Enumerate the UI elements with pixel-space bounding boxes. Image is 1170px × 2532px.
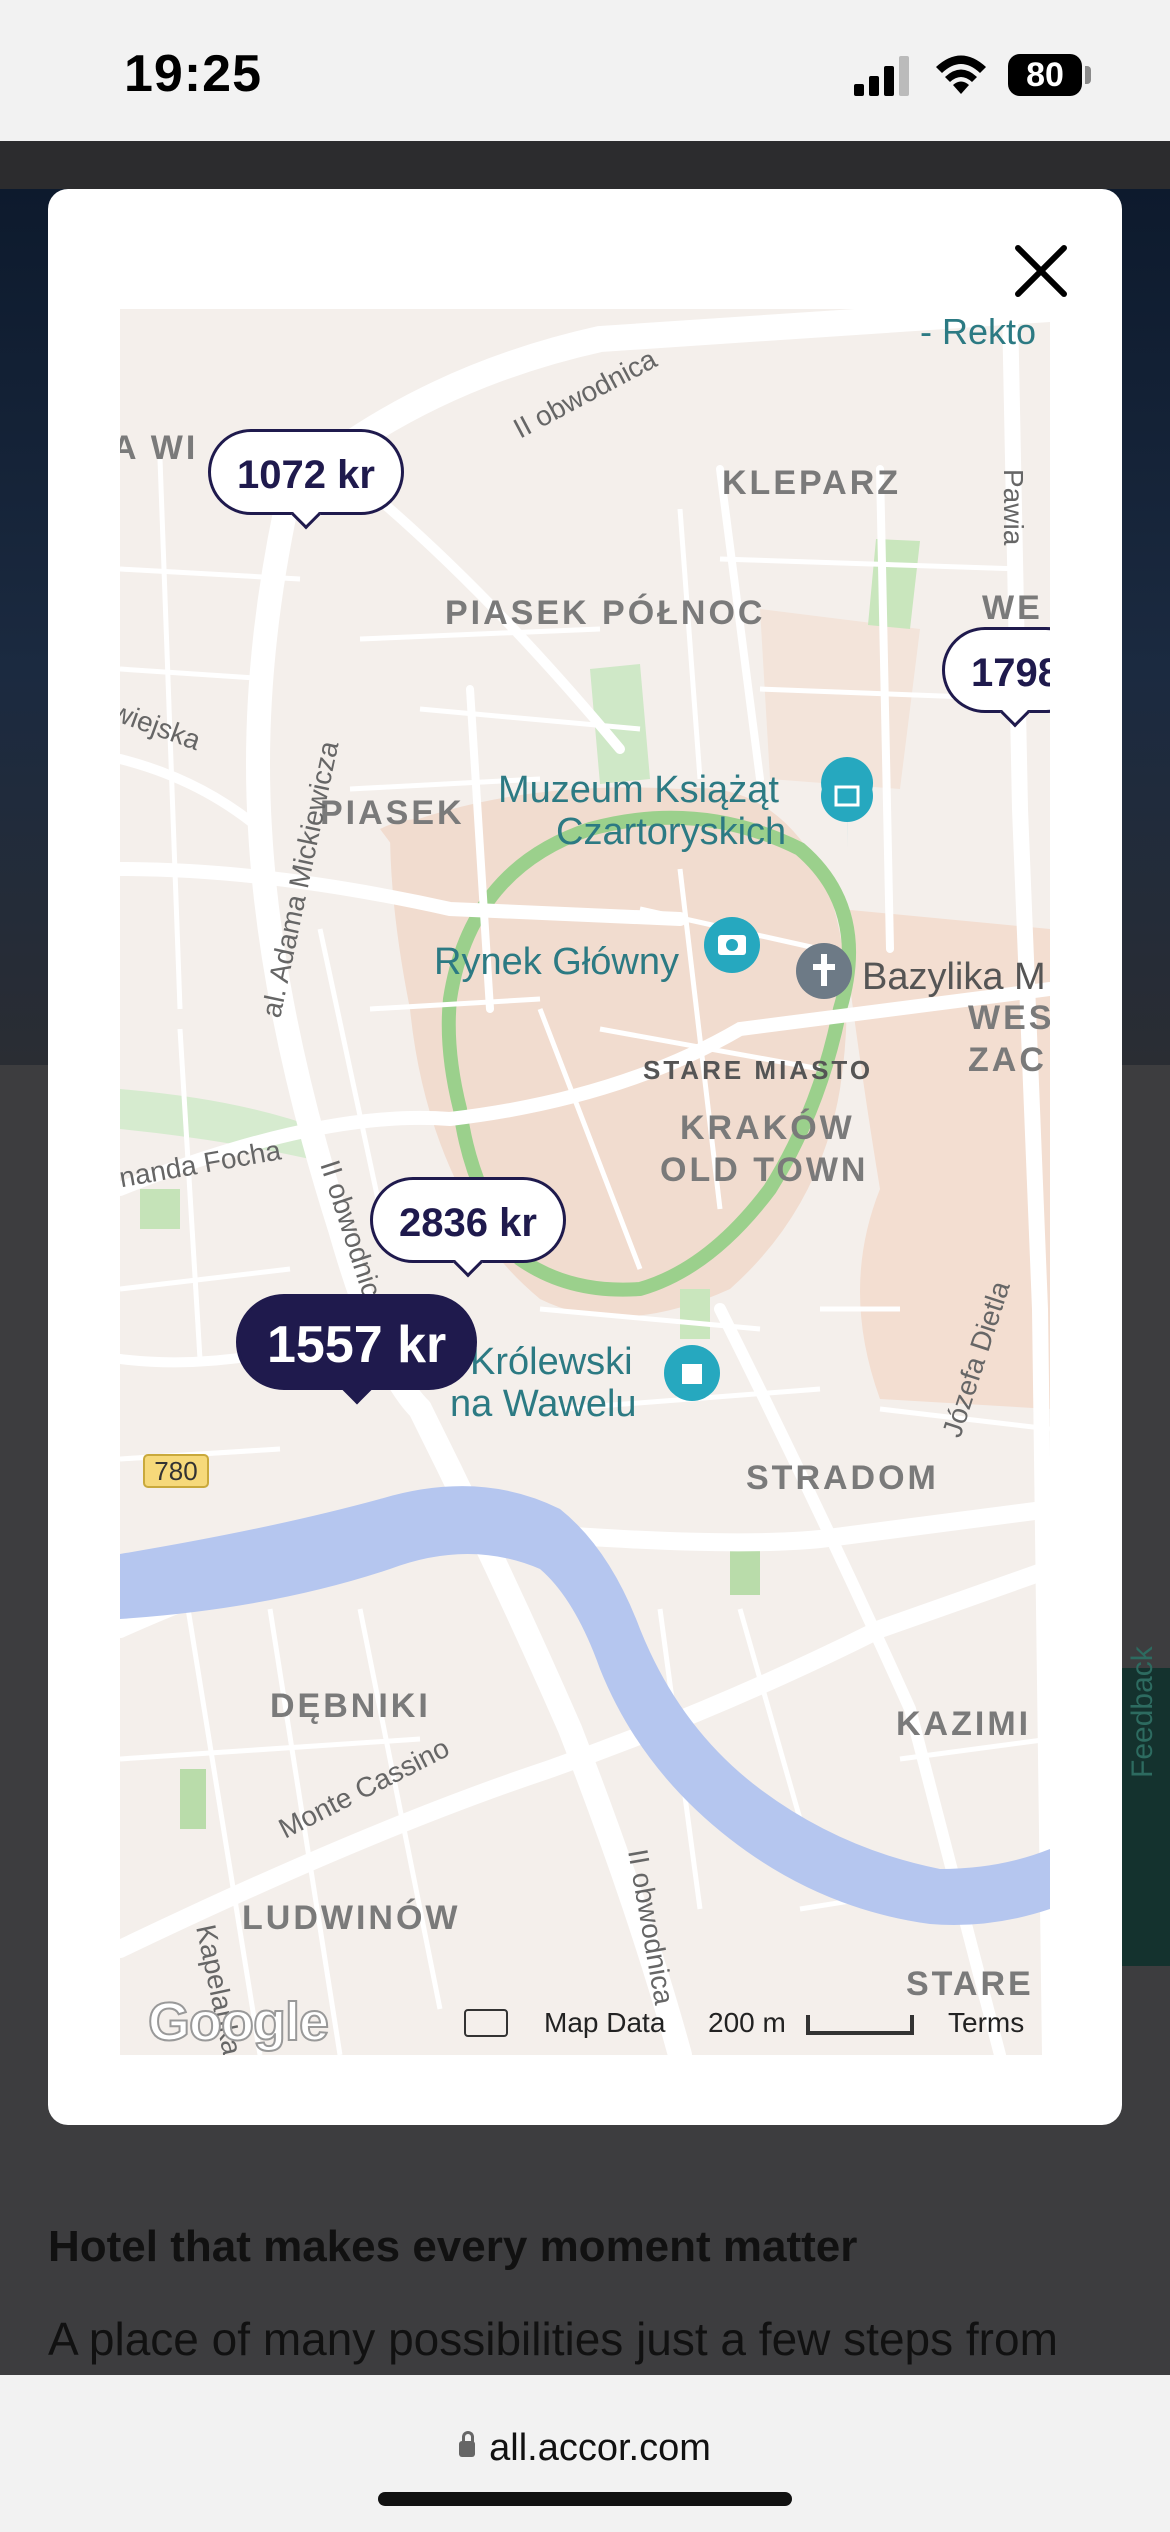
map-label-we: WE xyxy=(982,589,1043,627)
map-label-kleparz: KLEPARZ xyxy=(722,464,901,502)
url-field[interactable]: all.accor.com xyxy=(0,2427,1170,2470)
map-label-old-town: OLD TOWN xyxy=(660,1151,868,1189)
keyboard-shortcuts-icon[interactable] xyxy=(464,2009,508,2037)
map-scale-bar xyxy=(806,2015,914,2035)
poi-label-rekto: - Rekto xyxy=(920,311,1036,352)
map-canvas: 780 KLEPARZ PIASEK PÓŁNOC PIASEK STARE M… xyxy=(120,309,1050,2055)
poi-label-muzeum-2: Czartoryskich xyxy=(556,811,786,853)
poi-label-rynek: Rynek Główny xyxy=(434,941,679,983)
url-text: all.accor.com xyxy=(489,2427,711,2469)
page-header-dimmed xyxy=(0,141,1170,189)
battery-icon: 80 xyxy=(1008,54,1082,96)
map-label-stradom: STRADOM xyxy=(746,1459,939,1497)
battery-level: 80 xyxy=(1026,55,1064,94)
street-label-pawia: Pawia xyxy=(998,469,1029,546)
status-bar: 19:25 80 xyxy=(0,0,1170,141)
feedback-tab[interactable]: Feedback xyxy=(1118,1646,1170,1966)
lock-icon xyxy=(459,2431,476,2457)
poi-label-muzeum-1: Muzeum Książąt xyxy=(498,769,779,811)
home-indicator[interactable] xyxy=(378,2492,792,2506)
signal-icon xyxy=(854,56,909,96)
google-logo: Google xyxy=(147,1991,330,2053)
map-scale-label[interactable]: 200 m xyxy=(708,2007,786,2039)
wifi-icon xyxy=(936,55,986,94)
map-label-zac: ZAC xyxy=(968,1041,1047,1079)
map-label-ludwinow: LUDWINÓW xyxy=(242,1899,461,1937)
map-label-piasek-polnoc: PIASEK PÓŁNOC xyxy=(445,594,765,632)
price-pin[interactable]: 2836 kr xyxy=(370,1177,566,1263)
poi-label-na-wawelu: na Wawelu xyxy=(450,1383,637,1425)
map-label-kazimi: KAZIMI xyxy=(896,1705,1031,1743)
map-label-debniki: DĘBNIKI xyxy=(270,1687,431,1725)
hotel-description: A place of many possibilities just a few… xyxy=(48,2313,1058,2365)
price-pin-selected[interactable]: 1557 kr xyxy=(236,1294,478,1390)
map-attribution: Google Map Data 200 m Terms xyxy=(120,1991,1050,2055)
price-pin[interactable]: 1072 kr xyxy=(208,429,404,515)
castle-marker-icon[interactable] xyxy=(664,1345,720,1401)
browser-url-bar[interactable]: all.accor.com xyxy=(0,2375,1170,2532)
map-label-stare-miasto: STARE MIASTO xyxy=(643,1055,873,1085)
close-icon[interactable] xyxy=(1006,236,1076,306)
map-label-krakow: KRAKÓW xyxy=(680,1109,855,1147)
price-pin[interactable]: 1798 xyxy=(942,627,1050,713)
map-data-link[interactable]: Map Data xyxy=(544,2007,665,2039)
battery-nub xyxy=(1085,66,1091,84)
poi-label-krolewski: Królewski xyxy=(470,1341,633,1383)
map-label-wes: WES xyxy=(968,999,1050,1037)
map-view[interactable]: 780 KLEPARZ PIASEK PÓŁNOC PIASEK STARE M… xyxy=(120,309,1050,2055)
map-label-a-wi: A WI xyxy=(120,429,198,467)
road-shield-780: 780 xyxy=(154,1456,197,1486)
terms-link[interactable]: Terms xyxy=(948,2007,1024,2039)
church-marker-icon[interactable] xyxy=(796,943,852,999)
hotel-heading: Hotel that makes every moment matter xyxy=(48,2222,858,2271)
feedback-label: Feedback xyxy=(1126,1646,1159,1778)
map-label-piasek: PIASEK xyxy=(320,794,465,832)
poi-label-bazylika: Bazylika M xyxy=(862,956,1046,998)
camera-marker-icon[interactable] xyxy=(704,917,760,973)
status-time: 19:25 xyxy=(124,45,262,103)
